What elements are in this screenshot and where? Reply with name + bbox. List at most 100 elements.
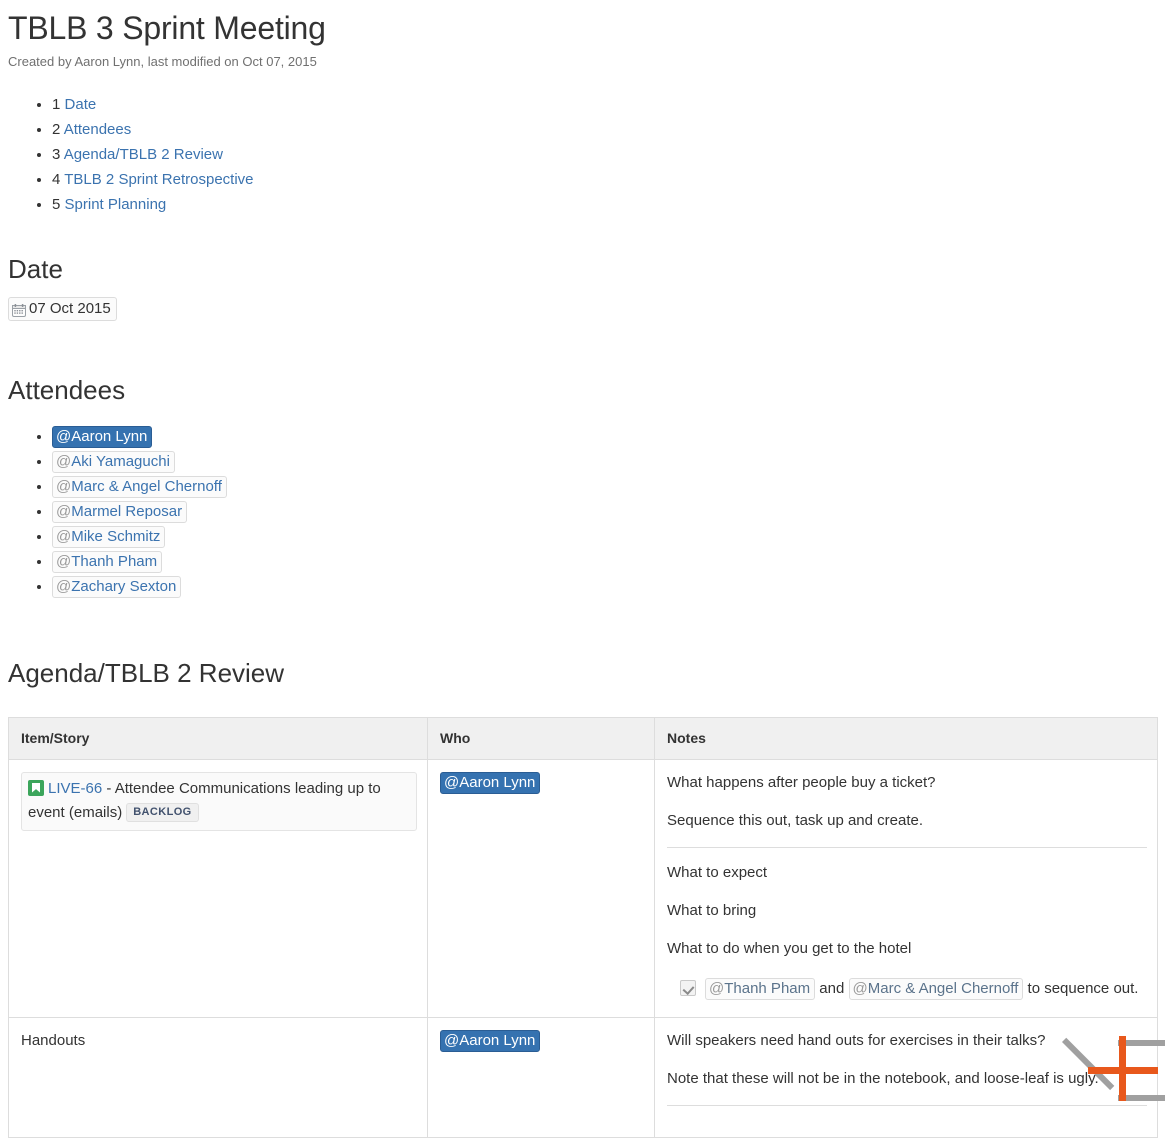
date-value: 07 Oct 2015 <box>29 300 111 317</box>
toc-link-agenda[interactable]: Agenda/TBLB 2 Review <box>64 146 223 163</box>
mention-marc-angel-chernoff[interactable]: @Marc & Angel Chernoff <box>848 977 1024 1000</box>
jira-issue-key[interactable]: LIVE-66 <box>48 780 102 797</box>
list-item: @Marmel Reposar <box>52 499 1157 524</box>
mention-name: Aki Yamaguchi <box>71 452 170 470</box>
toc-number: 5 <box>52 196 61 213</box>
cell-notes: What happens after people buy a ticket? … <box>654 758 1158 1018</box>
column-header-item-story: Item/Story <box>8 716 428 760</box>
mention-aaron-lynn[interactable]: @Aaron Lynn <box>52 425 153 448</box>
mention-aaron-lynn[interactable]: @Aaron Lynn <box>440 1029 541 1052</box>
calendar-icon <box>12 303 26 317</box>
note-paragraph: What to do when you get to the hotel <box>667 939 912 957</box>
notes-divider <box>667 846 1147 848</box>
mention-name: Aaron Lynn <box>459 773 536 791</box>
at-symbol: @ <box>56 552 72 570</box>
at-symbol: @ <box>852 979 868 997</box>
date-row: 07 Oct 2015 <box>8 297 1157 322</box>
mention-name: Zachary Sexton <box>71 577 177 595</box>
mention-name: Thanh Pham <box>71 552 158 570</box>
mention-aaron-lynn[interactable]: @Aaron Lynn <box>440 771 541 794</box>
toc-item: 5 Sprint Planning <box>52 192 1157 217</box>
mention-name: Thanh Pham <box>724 979 811 997</box>
mention-name: Marmel Reposar <box>71 502 183 520</box>
toc-link-date[interactable]: Date <box>65 96 97 113</box>
page-content: TBLB 3 Sprint Meeting Created by Aaron L… <box>0 0 1165 1138</box>
mention-thanh-pham[interactable]: @Thanh Pham <box>52 550 163 573</box>
table-header: Item/Story Who Notes <box>8 716 1158 760</box>
mention-mike-schmitz[interactable]: @Mike Schmitz <box>52 525 166 548</box>
mention-name: Marc & Angel Chernoff <box>71 477 222 495</box>
task-tail: to sequence out. <box>1023 979 1139 997</box>
heading-date: Date <box>8 254 63 284</box>
toc-number: 1 <box>52 96 61 113</box>
page-metadata: Created by Aaron Lynn, last modified on … <box>8 54 317 69</box>
table-body: LIVE-66 - Attendee Communications leadin… <box>8 758 1158 1138</box>
at-symbol: @ <box>56 577 72 595</box>
table-header-row: Item/Story Who Notes <box>8 716 1158 760</box>
list-item: @Zachary Sexton <box>52 574 1157 599</box>
list-item: @Mike Schmitz <box>52 524 1157 549</box>
toc-item: 1 Date <box>52 92 1157 117</box>
task-joiner: and <box>815 979 849 997</box>
toc-number: 3 <box>52 146 61 163</box>
attendees-list: @Aaron Lynn @Aki Yamaguchi @Marc & Angel… <box>8 424 1157 599</box>
mention-zachary-sexton[interactable]: @Zachary Sexton <box>52 575 182 598</box>
toc-item: 3 Agenda/TBLB 2 Review <box>52 142 1157 167</box>
jira-story-icon <box>28 779 44 796</box>
heading-attendees: Attendees <box>8 374 126 405</box>
column-header-notes: Notes <box>654 716 1158 760</box>
agenda-table: Item/Story Who Notes LIVE-66 - Attendee … <box>8 716 1158 1138</box>
cell-who: @Aaron Lynn <box>427 758 655 1018</box>
table-of-contents: 1 Date 2 Attendees 3 Agenda/TBLB 2 Revie… <box>8 92 1157 217</box>
mention-thanh-pham[interactable]: @Thanh Pham <box>705 977 816 1000</box>
notes-divider <box>667 1104 1147 1106</box>
toc-link-retrospective[interactable]: TBLB 2 Sprint Retrospective <box>64 171 253 188</box>
task-list: @Thanh Pham and @Marc & Angel Chernoff t… <box>667 976 1147 1001</box>
mention-name: Aaron Lynn <box>71 427 148 445</box>
mention-marc-angel-chernoff[interactable]: @Marc & Angel Chernoff <box>52 475 227 498</box>
cell-who: @Aaron Lynn <box>427 1016 655 1138</box>
toc-number: 4 <box>52 171 61 188</box>
list-item: @Aaron Lynn <box>52 424 1157 449</box>
jira-issue-box[interactable]: LIVE-66 - Attendee Communications leadin… <box>21 771 417 831</box>
page-title: TBLB 3 Sprint Meeting <box>8 10 326 46</box>
at-symbol: @ <box>56 427 72 445</box>
column-header-who: Who <box>427 716 655 760</box>
note-paragraph: What to bring <box>667 901 757 919</box>
note-paragraph: Will speakers need hand outs for exercis… <box>667 1031 1046 1049</box>
note-paragraph: Note that these will not be in the noteb… <box>667 1069 1099 1087</box>
at-symbol: @ <box>444 773 460 791</box>
list-item: @Marc & Angel Chernoff <box>52 474 1157 499</box>
cell-notes: Will speakers need hand outs for exercis… <box>654 1016 1158 1138</box>
toc-number: 2 <box>52 121 61 138</box>
date-chip[interactable]: 07 Oct 2015 <box>8 297 117 321</box>
heading-agenda: Agenda/TBLB 2 Review <box>8 657 285 688</box>
mention-name: Aaron Lynn <box>459 1031 536 1049</box>
list-item: @Thanh Pham <box>52 549 1157 574</box>
task-list-item: @Thanh Pham and @Marc & Angel Chernoff t… <box>667 976 1147 1001</box>
at-symbol: @ <box>444 1031 460 1049</box>
mention-marmel-reposar[interactable]: @Marmel Reposar <box>52 500 188 523</box>
task-checkbox[interactable] <box>680 979 696 996</box>
table-row: LIVE-66 - Attendee Communications leadin… <box>8 758 1158 1018</box>
cell-item-story: Handouts <box>8 1016 428 1138</box>
mention-aki-yamaguchi[interactable]: @Aki Yamaguchi <box>52 450 175 473</box>
note-paragraph: Sequence this out, task up and create. <box>667 811 924 829</box>
at-symbol: @ <box>56 502 72 520</box>
toc-item: 4 TBLB 2 Sprint Retrospective <box>52 167 1157 192</box>
toc-link-attendees[interactable]: Attendees <box>64 121 132 138</box>
at-symbol: @ <box>709 979 725 997</box>
status-badge: BACKLOG <box>126 802 199 822</box>
jira-separator: - <box>102 779 115 797</box>
cell-item-story: LIVE-66 - Attendee Communications leadin… <box>8 758 428 1018</box>
list-item: @Aki Yamaguchi <box>52 449 1157 474</box>
mention-name: Mike Schmitz <box>71 527 161 545</box>
at-symbol: @ <box>56 452 72 470</box>
note-paragraph: What happens after people buy a ticket? <box>667 773 936 791</box>
table-row: Handouts @Aaron Lynn Will speakers need … <box>8 1016 1158 1138</box>
note-paragraph: What to expect <box>667 863 768 881</box>
task-text: @Thanh Pham and @Marc & Angel Chernoff t… <box>705 976 1138 1001</box>
at-symbol: @ <box>56 527 72 545</box>
toc-link-sprint-planning[interactable]: Sprint Planning <box>65 196 167 213</box>
toc-item: 2 Attendees <box>52 117 1157 142</box>
